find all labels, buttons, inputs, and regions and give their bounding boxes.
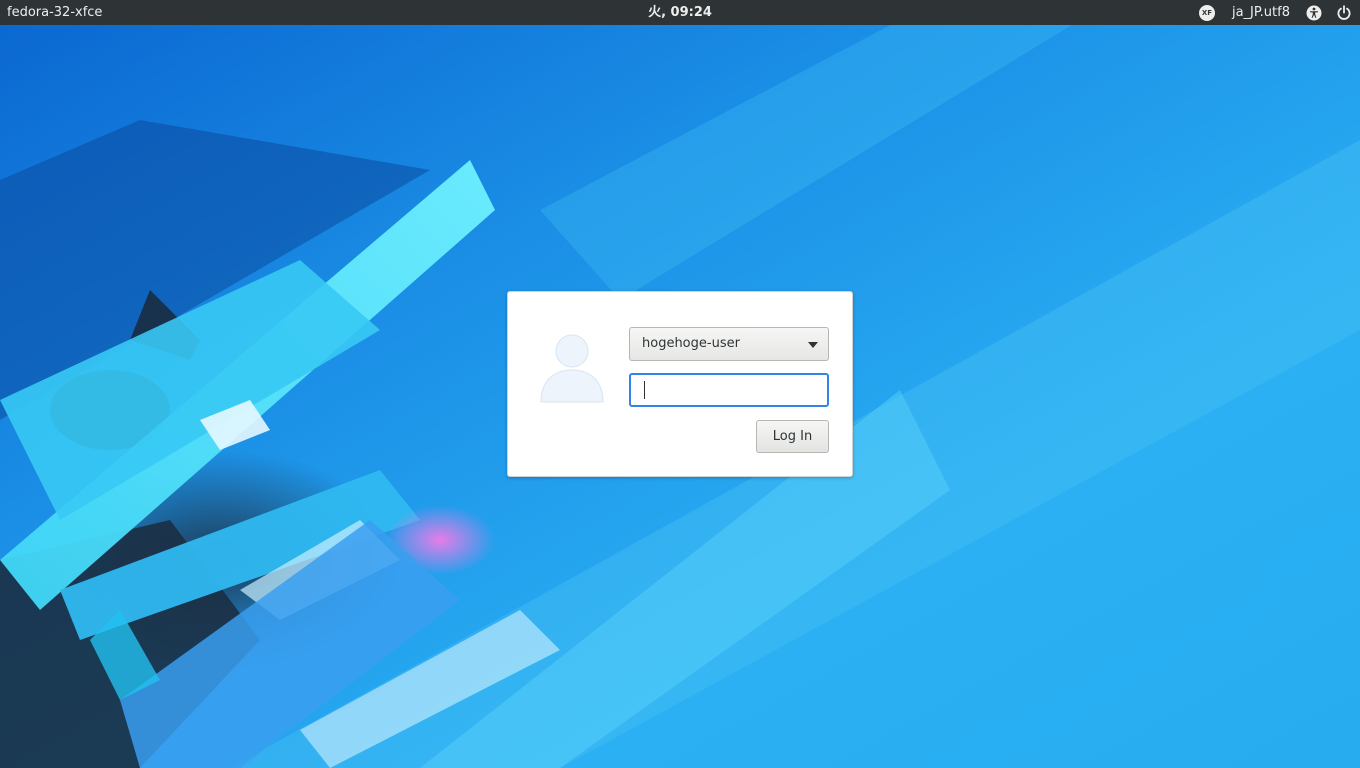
text-cursor	[644, 381, 645, 399]
login-button[interactable]: Log In	[756, 420, 829, 453]
chevron-down-icon	[808, 342, 818, 348]
selected-user-label: hogehoge-user	[642, 336, 740, 351]
power-icon[interactable]	[1336, 4, 1352, 21]
top-panel: fedora-32-xfce 火, 09:24 XF ja_JP.utf8	[0, 0, 1360, 25]
user-avatar-icon	[539, 332, 605, 404]
clock-container: 火, 09:24	[0, 4, 1360, 21]
language-indicator[interactable]: ja_JP.utf8	[1232, 4, 1290, 21]
keyboard-layout-icon[interactable]: XF	[1198, 4, 1215, 21]
clock-label[interactable]: 火, 09:24	[648, 5, 712, 20]
user-select-dropdown[interactable]: hogehoge-user	[629, 327, 829, 361]
hostname-label: fedora-32-xfce	[7, 5, 103, 20]
accessibility-icon[interactable]	[1306, 5, 1322, 21]
panel-indicators: XF ja_JP.utf8	[1198, 0, 1352, 25]
password-input[interactable]	[629, 373, 829, 407]
login-dialog: hogehoge-user Log In	[507, 291, 853, 477]
